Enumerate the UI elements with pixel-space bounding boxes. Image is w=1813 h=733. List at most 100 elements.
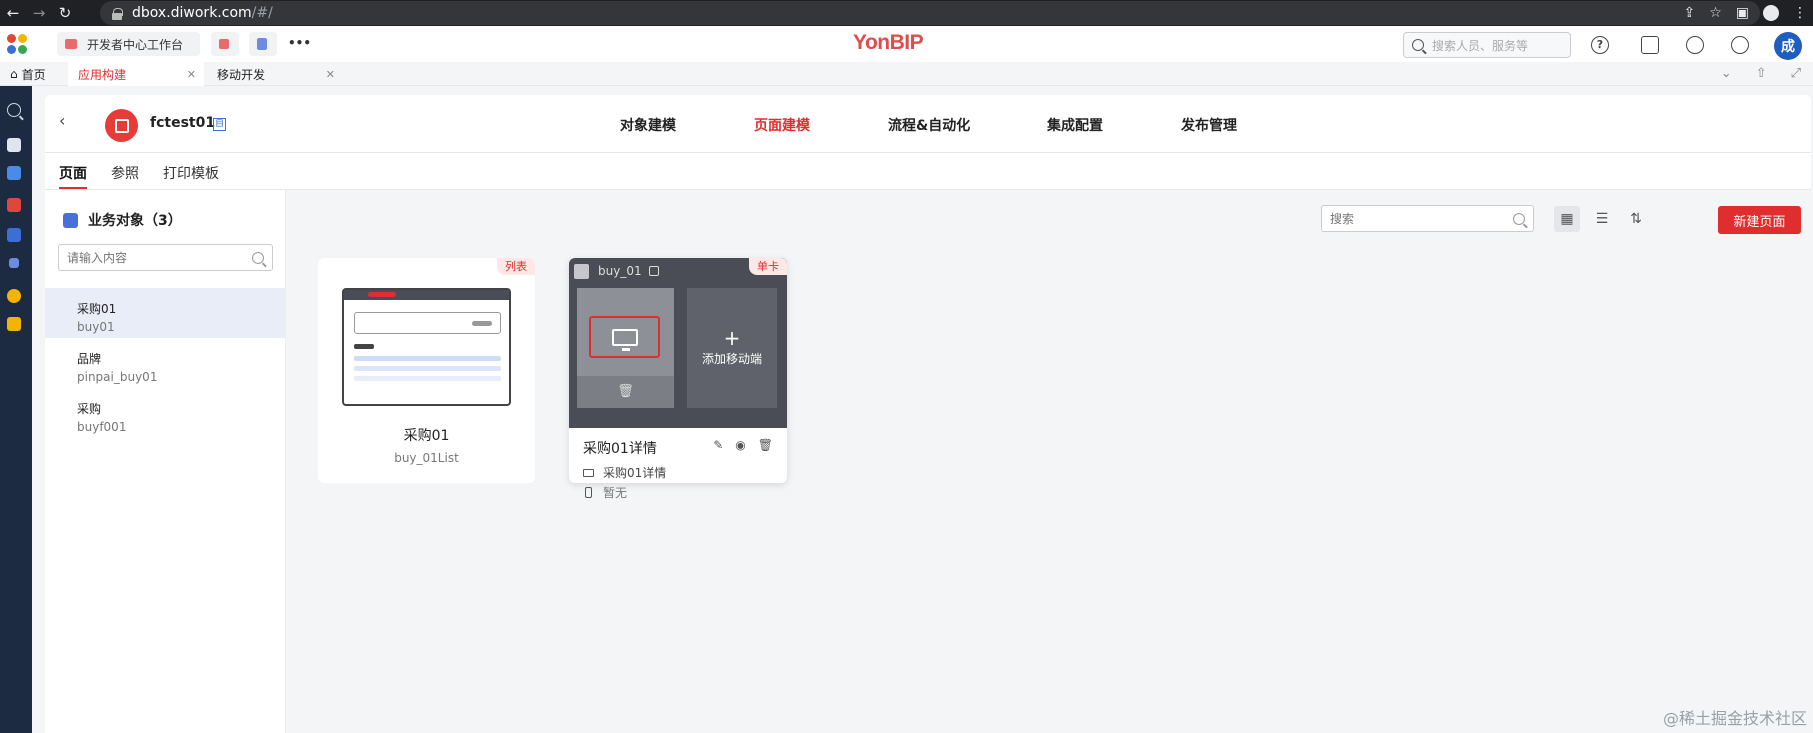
mobile-page-row: 暂无 [583, 484, 627, 501]
browser-menu-icon[interactable]: ⋮ [1793, 5, 1807, 21]
sidebar-item-code: pinpai_buy01 [77, 370, 158, 384]
page-card-code: buy_01List [394, 451, 459, 465]
sidebar-item-pinpai[interactable]: 品牌 pinpai_buy01 [45, 338, 286, 388]
search-icon[interactable] [1513, 213, 1525, 225]
add-mobile-button[interactable]: + 添加移动端 [687, 288, 777, 408]
url-path: /#/ [251, 5, 273, 21]
browser-profile-icon[interactable] [1763, 5, 1779, 21]
page-type-tag: 单卡 [749, 258, 787, 275]
sidepanel-icon[interactable]: ▣ [1736, 5, 1749, 21]
page-card-single[interactable]: buy_01 🗑 + 添加移动端 单卡 采购01详情 ✎ ◉ 🗑 采购01详情 [569, 258, 787, 483]
more-apps-icon[interactable]: ••• [288, 36, 311, 50]
quick-app-1[interactable] [211, 32, 239, 56]
sort-icon[interactable]: ⇅ [1623, 206, 1649, 232]
sidebar-item-code: buy01 [77, 320, 115, 334]
chevron-down-icon[interactable]: ⌄ [1721, 66, 1732, 81]
app-header: 开发者中心工作台 ••• YonBIP 搜索人员、服务等 ? 成 [0, 26, 1813, 62]
page-list-area: ▦ ☰ ⇅ 新建页面 列表 采购01 buy_01List buy_01 [286, 190, 1811, 733]
edit-icon[interactable]: ✎ [713, 438, 723, 452]
rail-folder-icon[interactable] [7, 138, 21, 152]
main-panel: ‹ fctest01 自 对象建模 页面建模 流程&自动化 集成配置 发布管理 … [45, 95, 1811, 733]
lock-icon [112, 7, 123, 20]
business-object-icon [63, 212, 78, 228]
share-icon[interactable]: ⇪ [1683, 5, 1695, 21]
browser-actions: ⇪ ☆ ▣ ⋮ [1683, 0, 1807, 26]
rail-app-icon[interactable] [7, 198, 21, 212]
page-search [1321, 205, 1534, 232]
nav-page-modeling[interactable]: 页面建模 [754, 115, 810, 135]
mobile-icon [585, 487, 592, 498]
menu-icon[interactable] [574, 264, 589, 279]
business-object-sidebar: 业务对象（3） 采购01 buy01 品牌 pinpai_buy01 采购 bu… [45, 190, 286, 733]
nav-release-management[interactable]: 发布管理 [1181, 115, 1237, 135]
nav-object-modeling[interactable]: 对象建模 [620, 115, 676, 135]
app-icon [105, 109, 138, 142]
add-mobile-label: 添加移动端 [701, 352, 762, 366]
close-icon[interactable]: ✕ [187, 68, 196, 81]
sidebar-item-buy01[interactable]: 采购01 buy01 [45, 288, 286, 338]
pc-page-slot[interactable]: 🗑 [577, 288, 674, 408]
browser-forward-icon[interactable]: → [26, 4, 52, 22]
quick-app-2[interactable] [249, 32, 277, 56]
browser-back-icon[interactable]: ← [0, 4, 26, 22]
nav-integration-config[interactable]: 集成配置 [1047, 115, 1103, 135]
mobile-page-name: 暂无 [603, 486, 628, 500]
tab-home[interactable]: ⌂ 首页 [0, 62, 68, 86]
tab-mobile-dev[interactable]: 移动开发 ✕ [207, 62, 343, 86]
search-icon[interactable] [252, 252, 264, 264]
upload-icon[interactable]: ⇧ [1756, 66, 1767, 81]
headset-icon[interactable] [1686, 36, 1704, 54]
rail-doc-icon[interactable] [7, 228, 21, 242]
quick-app-1-icon [219, 39, 229, 49]
app-launcher-icon[interactable] [7, 34, 29, 56]
page-card-title: 采购01 [403, 428, 450, 444]
list-page-preview [342, 288, 511, 406]
pc-page-row: 采购01详情 [583, 464, 666, 481]
rail-search-icon[interactable] [7, 103, 21, 117]
delete-pc-page-icon[interactable]: 🗑 [577, 376, 674, 408]
subtab-print-template[interactable]: 打印模板 [163, 163, 219, 183]
page-card-list[interactable]: 列表 采购01 buy_01List [318, 258, 535, 483]
new-page-button[interactable]: 新建页面 [1718, 206, 1801, 234]
expand-icon[interactable]: ⤢ [1791, 66, 1801, 81]
address-bar[interactable]: dbox.diwork.com/#/ [100, 1, 1760, 25]
user-avatar[interactable]: 成 [1774, 32, 1802, 60]
rail-group-icon[interactable] [7, 289, 21, 303]
edit-pc-page-button[interactable] [589, 316, 660, 358]
help-icon[interactable]: ? [1591, 36, 1609, 54]
rail-cube-icon[interactable] [7, 166, 21, 180]
brand-logo: YonBIP [853, 31, 924, 55]
sidebar-search-input[interactable] [67, 250, 237, 265]
subtab-page[interactable]: 页面 [59, 163, 87, 189]
browser-reload-icon[interactable]: ↻ [52, 4, 78, 22]
plus-icon: + [723, 326, 741, 350]
compass-icon[interactable] [1731, 36, 1749, 54]
page-search-input[interactable] [1330, 211, 1500, 226]
rail-star-icon[interactable] [7, 317, 21, 331]
back-button[interactable]: ‹ [59, 111, 79, 135]
rail-people-icon[interactable] [9, 258, 19, 268]
workspace-tab[interactable]: 开发者中心工作台 [57, 32, 200, 56]
preview-eye-icon[interactable]: ◉ [735, 438, 745, 452]
copy-icon[interactable] [649, 266, 659, 276]
list-view-icon[interactable]: ☰ [1589, 206, 1615, 232]
grid-view-icon[interactable]: ▦ [1554, 206, 1580, 232]
nav-process-automation[interactable]: 流程&自动化 [888, 115, 970, 135]
page-type-tag: 列表 [497, 258, 535, 275]
message-icon[interactable] [1641, 36, 1659, 54]
tab-app-build[interactable]: 应用构建 ✕ [68, 62, 204, 86]
close-icon[interactable]: ✕ [326, 68, 335, 81]
global-search-input[interactable]: 搜索人员、服务等 [1403, 32, 1571, 58]
card-actions: ✎ ◉ 🗑 [713, 438, 773, 452]
left-rail [0, 86, 32, 733]
desktop-icon [583, 468, 594, 477]
pc-page-name: 采购01详情 [603, 466, 667, 480]
home-icon: ⌂ [10, 67, 18, 81]
sidebar-search [58, 244, 273, 271]
delete-icon[interactable]: 🗑 [758, 438, 773, 452]
bookmark-star-icon[interactable]: ☆ [1709, 5, 1722, 21]
sidebar-item-name: 采购01 [77, 302, 117, 316]
subtab-reference[interactable]: 参照 [111, 163, 139, 183]
tab-app-build-label: 应用构建 [78, 67, 127, 82]
sidebar-item-buyf001[interactable]: 采购 buyf001 [45, 388, 286, 438]
